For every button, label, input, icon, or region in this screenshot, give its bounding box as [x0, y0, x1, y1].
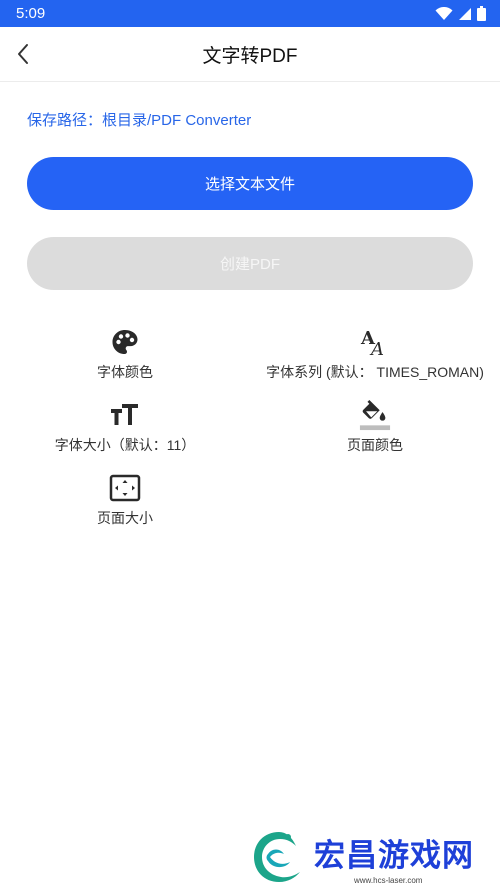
font-family-option[interactable]: A A 字体系列 (默认： TIMES_ROMAN) [255, 326, 495, 382]
palette-icon [109, 326, 141, 358]
wifi-icon [435, 6, 453, 20]
status-bar: 5:09 [0, 0, 500, 27]
status-time: 5:09 [16, 5, 46, 22]
watermark-text: 宏昌游戏网 [314, 837, 474, 874]
app-bar: 文字转PDF [0, 27, 500, 82]
back-button[interactable] [4, 35, 42, 73]
page-color-label: 页面颜色 [347, 437, 403, 453]
page-size-option[interactable]: 页面大小 [5, 472, 245, 528]
svg-text:A: A [369, 339, 384, 357]
page-title: 文字转PDF [202, 45, 298, 67]
page-size-icon [109, 472, 141, 504]
page-color-option[interactable]: 页面颜色 [255, 399, 495, 455]
signal-icon [459, 7, 471, 20]
font-color-label: 字体颜色 [97, 364, 153, 380]
font-family-icon: A A [359, 326, 391, 358]
watermark: 宏昌游戏网 www.hcs-laser.com [250, 826, 500, 888]
font-size-icon [109, 399, 141, 431]
font-color-option[interactable]: 字体颜色 [5, 326, 245, 382]
save-path-text: 保存路径：根目录/PDF Converter [27, 112, 252, 129]
battery-icon [477, 6, 486, 21]
create-pdf-button[interactable]: 创建PDF [27, 237, 473, 290]
select-text-file-button[interactable]: 选择文本文件 [27, 157, 473, 210]
watermark-url: www.hcs-laser.com [354, 875, 423, 885]
watermark-logo [254, 832, 300, 882]
font-size-label: 字体大小（默认：11） [54, 437, 196, 453]
font-size-option[interactable]: 字体大小（默认：11） [5, 399, 245, 455]
font-family-label: 字体系列 (默认： TIMES_ROMAN) [266, 364, 484, 380]
fill-color-icon [359, 399, 391, 431]
page-size-label: 页面大小 [97, 510, 153, 526]
status-icons [435, 6, 486, 21]
chevron-left-icon [18, 44, 28, 64]
